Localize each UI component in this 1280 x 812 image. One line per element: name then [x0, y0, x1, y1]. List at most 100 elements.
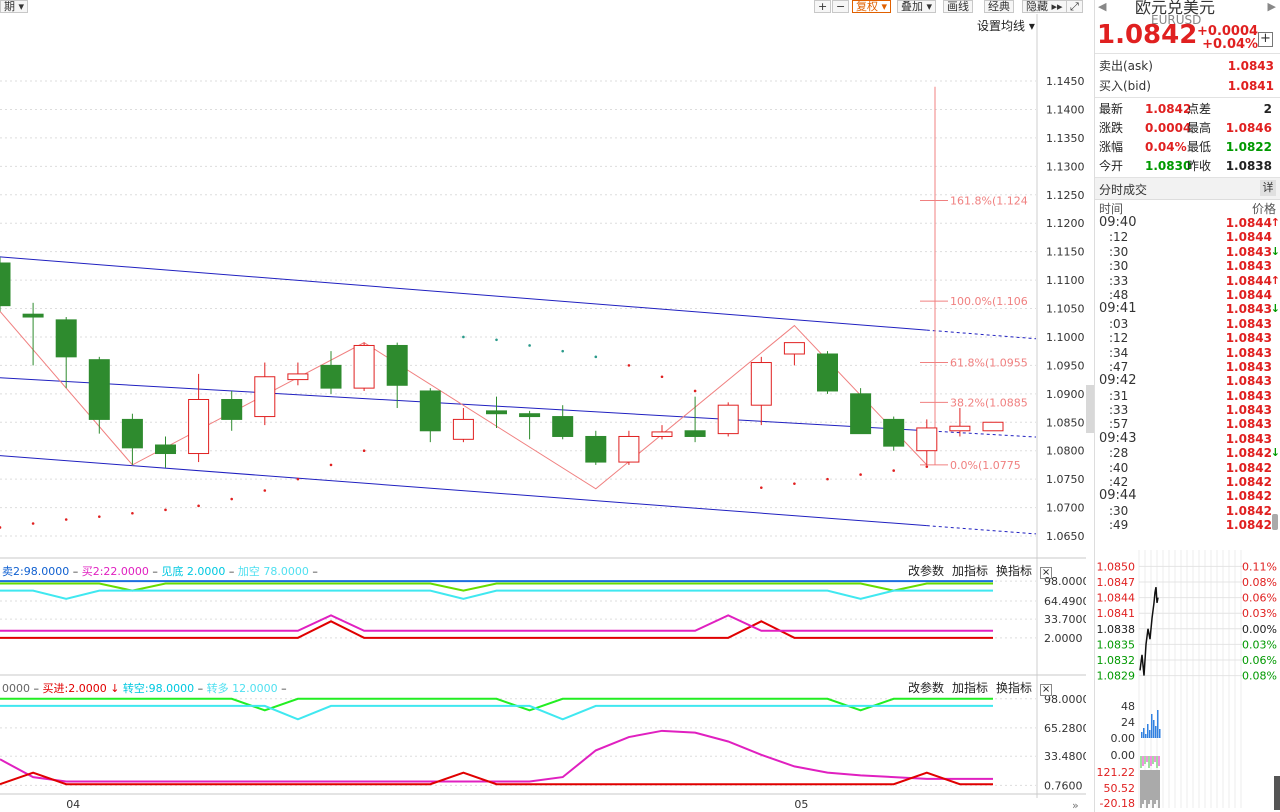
close-icon[interactable]: ×: [1040, 684, 1053, 696]
sar-dot: [263, 489, 267, 492]
collapse-handle[interactable]: [1086, 385, 1094, 433]
quote-stats: 最新 1.0842 点差 2 涨跌 0.0004 最高 1.0846 涨幅 0.04% 最低 1.08…: [1095, 98, 1280, 178]
sar-dot: [660, 375, 664, 379]
sar-dot: [528, 344, 531, 347]
stat-value: 0.0004: [1145, 121, 1192, 135]
legend-item: 加空 78.0000: [237, 565, 309, 578]
tick-price: 1.0842: [1225, 489, 1272, 504]
y-tick-label: 33.4800: [1044, 750, 1086, 763]
detail-button[interactable]: 详: [1260, 180, 1276, 196]
switch-indicator-button[interactable]: 换指标: [996, 564, 1032, 578]
candle-body: [783, 342, 805, 355]
stat-value: 1.0838: [1225, 159, 1272, 173]
tick-time: :33: [1109, 403, 1129, 418]
y-tick-label: 1.1100: [1046, 274, 1085, 287]
mini-ind-tick: -20.18: [1100, 797, 1135, 810]
tick-row: :28 1.0842 ↓: [1095, 446, 1280, 460]
bid-label: 买入(bid): [1099, 79, 1151, 93]
tick-row: 09:41 1.0843 ↓: [1095, 301, 1280, 317]
legend-item: 0000: [2, 682, 30, 695]
mini-volume-bar: [1151, 714, 1153, 738]
tick-time: 09:43: [1099, 430, 1137, 446]
ask-value: 1.0843: [1227, 59, 1274, 73]
y-tick-label: 65.2800: [1044, 722, 1086, 735]
mini-ind-tick: 121.22: [1097, 766, 1136, 779]
tick-time: :47: [1109, 359, 1129, 374]
fullscreen-icon[interactable]: ⤢: [1066, 0, 1083, 13]
close-icon[interactable]: ×: [1040, 567, 1053, 579]
sar-dot: [561, 349, 564, 353]
y-tick-label: 1.1250: [1046, 189, 1085, 202]
mini-volume-bar: [1157, 710, 1159, 738]
legend-item: 转多 12.0000: [206, 682, 278, 695]
legend-item: 转空:98.0000: [122, 682, 195, 695]
ticks-scrollbar[interactable]: [1272, 514, 1278, 530]
sar-dot: [31, 522, 35, 525]
ticks-list[interactable]: 09:40 1.0844 ↑:12 1.0844:30 1.0843 ↓:30 1.0843…: [1095, 216, 1280, 534]
stat-label: 最低: [1187, 140, 1212, 154]
y-tick-label: 2.0000: [1044, 632, 1083, 645]
quote-header: ◀ 欧元兑美元 ▶ EURUSD 1.0842 +0.0004 +0.04% +: [1095, 0, 1280, 54]
candle-body: [155, 444, 176, 455]
add-indicator-button[interactable]: 加指标: [952, 564, 988, 578]
ticks-columns: 时间 价格: [1095, 200, 1280, 216]
adjust-dropdown[interactable]: 复权 ▾: [852, 0, 892, 13]
ask-row: 卖出(ask) 1.0843: [1099, 57, 1274, 76]
y-tick-label: 1.1050: [1046, 303, 1085, 316]
tick-time: :33: [1109, 273, 1129, 288]
next-symbol-icon[interactable]: ▶: [1268, 0, 1276, 13]
add-indicator-button[interactable]: 加指标: [952, 681, 988, 695]
fib-level-label: 161.8%(1.124: [950, 194, 1028, 207]
zoom-out-button[interactable]: −: [832, 0, 850, 13]
trading-app: 期 ▾ + − 复权 ▾ 叠加 ▾ 画线 经典 隐藏 ▸▸ ⤢ 1.1450 1.…: [0, 0, 1280, 812]
candle-body: [55, 319, 77, 358]
chart-toolbar: 期 ▾ + − 复权 ▾ 叠加 ▾ 画线 经典 隐藏 ▸▸ ⤢: [0, 0, 1086, 14]
add-watchlist-button[interactable]: +: [1258, 32, 1273, 47]
tick-row: :30 1.0843 ↓: [1095, 245, 1280, 259]
tick-row: :12 1.0844: [1095, 230, 1280, 244]
hide-button[interactable]: 隐藏 ▸▸: [1022, 0, 1067, 13]
candle-body: [552, 416, 574, 437]
tick-row: 09:44 1.0842: [1095, 489, 1280, 504]
y-tick-label: 1.0850: [1046, 416, 1085, 429]
scroll-right-icon: »: [1072, 799, 1079, 812]
y-tick-label: 64.4900: [1044, 595, 1086, 608]
tick-time: :28: [1109, 446, 1129, 461]
tick-row: :30 1.0842: [1095, 504, 1280, 518]
candle-body: [519, 413, 541, 418]
y-tick-label: 1.1200: [1046, 217, 1085, 230]
candle-body: [88, 359, 110, 420]
edit-params-button[interactable]: 改参数: [908, 564, 944, 578]
y-tick-label: 1.0950: [1046, 359, 1085, 372]
intraday-chart: 1.0850 0.11% 1.0847 0.08% 1.0844 0.06% 1.0841 0…: [1095, 546, 1280, 812]
classic-button[interactable]: 经典: [984, 0, 1014, 13]
edit-params-button[interactable]: 改参数: [908, 681, 944, 695]
sar-dot: [826, 477, 829, 481]
tick-price: 1.0843: [1225, 302, 1272, 317]
overlay-dropdown[interactable]: 叠加 ▾: [897, 0, 937, 13]
candle-body: [717, 404, 739, 435]
tick-price: 1.0843: [1225, 388, 1272, 403]
tick-time: :30: [1109, 244, 1129, 259]
tick-time: :31: [1109, 388, 1129, 403]
mini-y-tick: 1.0841: [1097, 607, 1136, 620]
prev-symbol-icon[interactable]: ◀: [1098, 0, 1106, 13]
legend-item: 买2:22.0000: [81, 565, 149, 578]
tick-price: 1.0844: [1225, 287, 1272, 302]
candle-body: [353, 344, 375, 389]
tick-time: :49: [1109, 518, 1129, 533]
tick-price: 1.0842: [1225, 446, 1272, 461]
y-tick-label: 0.7600: [1044, 779, 1083, 792]
switch-indicator-button[interactable]: 换指标: [996, 681, 1032, 695]
up-arrow-icon: ↑: [1270, 216, 1280, 229]
zoom-in-button[interactable]: +: [814, 0, 832, 13]
mini-vol-tick: 0.00: [1111, 732, 1136, 745]
change-pct: +0.04%: [1202, 37, 1259, 52]
tick-price: 1.0842: [1225, 503, 1272, 518]
mini-y-tick: 1.0847: [1097, 576, 1136, 589]
period-dropdown[interactable]: 期 ▾: [0, 0, 29, 13]
stat-value: 1.0830: [1145, 159, 1192, 173]
set-ma-dropdown[interactable]: 设置均线 ▾: [977, 17, 1035, 34]
stat-label: 最高: [1187, 121, 1212, 135]
draw-line-button[interactable]: 画线: [943, 0, 973, 13]
